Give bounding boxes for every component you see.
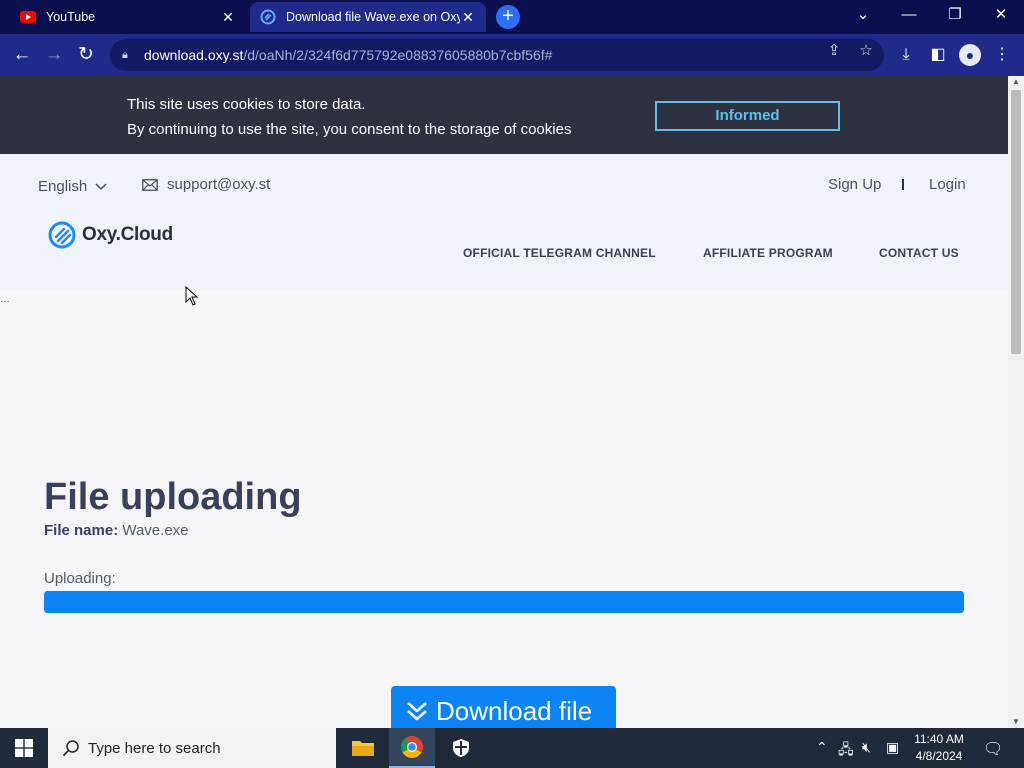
taskbar-search-placeholder: Type here to search: [88, 739, 221, 757]
windows-taskbar: Type here to search ⌃ 🖧︎ 🔇︎ ▣ 11:40 AM 4…: [0, 728, 1024, 768]
login-link[interactable]: Login: [929, 176, 966, 193]
menu-kebab-icon[interactable]: ⋮: [991, 44, 1013, 66]
search-icon: [62, 740, 79, 757]
download-file-label: Download file: [436, 695, 593, 726]
display-icon[interactable]: ▣: [886, 739, 899, 756]
forward-icon[interactable]: →: [41, 43, 67, 67]
notifications-icon[interactable]: 🗨︎: [983, 739, 1003, 759]
cookie-line-2: By continuing to use the site, you conse…: [127, 121, 572, 138]
network-icon[interactable]: 🖧︎: [838, 739, 854, 763]
nav-telegram-channel[interactable]: OFFICIAL TELEGRAM CHANNEL: [463, 246, 656, 260]
restore-icon[interactable]: ❐: [932, 0, 978, 32]
logo-text: Oxy.Cloud: [82, 224, 173, 245]
close-window-icon[interactable]: ✕: [978, 0, 1024, 32]
clock-date: 4/8/2024: [915, 749, 963, 763]
tab-search-chevron-icon[interactable]: ⌄: [840, 0, 886, 32]
file-explorer-icon[interactable]: [340, 728, 386, 768]
cookie-accept-button[interactable]: Informed: [655, 101, 840, 131]
back-icon[interactable]: ←: [9, 43, 35, 67]
page-title: File uploading: [44, 476, 302, 518]
nav-affiliate-program[interactable]: AFFILIATE PROGRAM: [703, 246, 833, 260]
taskbar-clock[interactable]: 11:40 AM 4/8/2024: [910, 731, 968, 765]
download-file-button[interactable]: Download file: [391, 686, 616, 728]
uploading-label: Uploading:: [44, 570, 116, 587]
page-scrollbar[interactable]: ▲ ▼: [1008, 76, 1024, 728]
tab-title: Download file Wave.exe on Oxy.C: [286, 10, 460, 24]
ellipsis-marker: …: [0, 294, 10, 305]
language-selector[interactable]: English: [38, 178, 107, 195]
reload-icon[interactable]: ↻: [73, 43, 99, 67]
tab-download-file[interactable]: Download file Wave.exe on Oxy.C ✕: [250, 2, 486, 32]
youtube-icon: [20, 9, 36, 25]
support-email-link[interactable]: support@oxy.st: [142, 176, 270, 193]
clock-time: 11:40 AM: [914, 732, 964, 746]
minimize-icon[interactable]: —: [886, 0, 932, 32]
volume-muted-icon[interactable]: 🔇︎: [862, 739, 871, 756]
site-logo[interactable]: Oxy.Cloud: [48, 221, 173, 249]
nav-contact-us[interactable]: CONTACT US: [879, 246, 959, 260]
file-name-row: File name: Wave.exe: [44, 522, 189, 539]
share-icon[interactable]: ⇪: [824, 42, 844, 60]
tab-youtube[interactable]: YouTube ✕: [10, 2, 246, 32]
scroll-down-icon[interactable]: ▼: [1008, 716, 1024, 728]
page-viewport: This site uses cookies to store data. By…: [0, 76, 1008, 728]
chevron-down-icon: [95, 182, 107, 190]
profile-avatar-icon[interactable]: ●: [959, 44, 981, 66]
bookmark-star-icon[interactable]: ☆: [856, 42, 876, 60]
chrome-icon[interactable]: [389, 728, 435, 768]
oxy-cloud-logo-icon: [48, 221, 76, 249]
scroll-thumb[interactable]: [1011, 90, 1021, 354]
support-email-text: support@oxy.st: [167, 176, 271, 193]
windows-start-icon[interactable]: [0, 728, 48, 768]
tab-close-icon[interactable]: ✕: [460, 9, 476, 25]
new-tab-button[interactable]: +: [496, 5, 520, 29]
security-shield-icon[interactable]: [438, 728, 484, 768]
browser-toolbar: ← → ↻ 🔒︎ download.oxy.st/d/oaNh/2/324f6d…: [0, 34, 1024, 76]
download-icon[interactable]: ⤓: [895, 44, 917, 66]
cookie-banner: This site uses cookies to store data. By…: [0, 76, 1008, 154]
double-chevron-down-icon: [407, 702, 427, 721]
cookie-line-1: This site uses cookies to store data.: [127, 96, 366, 113]
taskbar-search-box[interactable]: Type here to search: [48, 728, 336, 768]
url-text: download.oxy.st/d/oaNh/2/324f6d775792e08…: [144, 47, 553, 63]
upload-progress-bar: [44, 591, 964, 613]
tray-chevron-up-icon[interactable]: ⌃: [816, 739, 828, 756]
auth-divider: [902, 179, 904, 190]
file-name-label: File name:: [44, 522, 119, 539]
address-bar[interactable]: 🔒︎ download.oxy.st/d/oaNh/2/324f6d775792…: [110, 39, 884, 71]
browser-tab-strip: YouTube ✕ Download file Wave.exe on Oxy.…: [0, 0, 1024, 34]
cookie-message: This site uses cookies to store data. By…: [127, 92, 571, 142]
oxy-cloud-icon: [260, 9, 276, 25]
tab-close-icon[interactable]: ✕: [220, 9, 236, 25]
side-panel-icon[interactable]: ◧: [927, 44, 949, 66]
mouse-cursor-icon: [185, 286, 199, 306]
sign-up-link[interactable]: Sign Up: [828, 176, 881, 193]
tab-title: YouTube: [46, 10, 96, 24]
file-name-value: Wave.exe: [122, 522, 189, 539]
language-label: English: [38, 178, 88, 195]
scroll-up-icon[interactable]: ▲: [1008, 76, 1024, 88]
envelope-icon: [142, 178, 158, 191]
lock-icon: 🔒︎: [122, 48, 128, 61]
upload-progress-fill: [44, 591, 964, 613]
